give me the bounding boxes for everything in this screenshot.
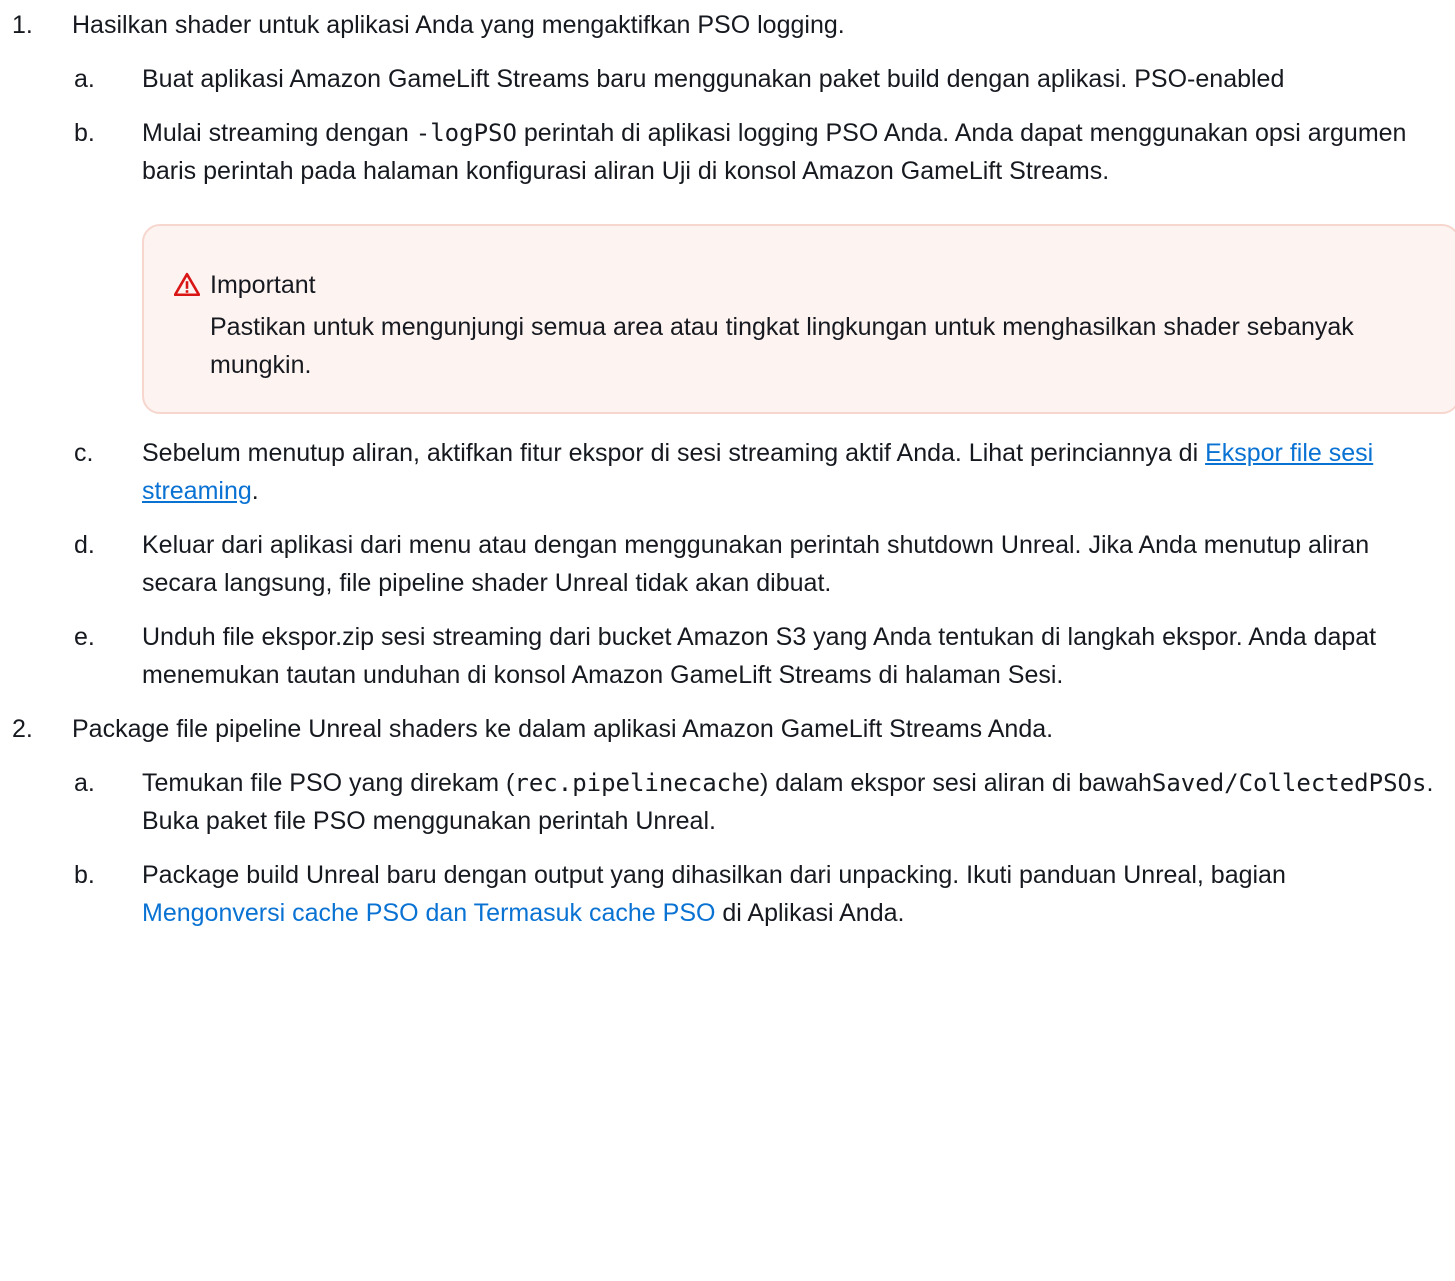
inline-code: rec.pipelinecache xyxy=(514,769,761,797)
alert-body: Pastikan untuk mengunjungi semua area at… xyxy=(210,313,1354,379)
substep-text: Keluar dari aplikasi dari menu atau deng… xyxy=(142,531,1370,597)
substep-letter: d. xyxy=(74,531,95,559)
substep-text: Mulai streaming dengan xyxy=(142,119,416,147)
substep-letter: b. xyxy=(74,861,95,889)
warning-icon xyxy=(174,272,200,297)
substep-letter: c. xyxy=(74,439,94,467)
step-1: 1. Hasilkan shader untuk aplikasi Anda y… xyxy=(12,6,1435,190)
inline-code: -logPSO xyxy=(415,119,517,147)
substep-1c: c. Sebelum menutup aliran, aktifkan fitu… xyxy=(74,434,1435,510)
alert-header: Important xyxy=(174,266,1428,304)
substep-letter: a. xyxy=(74,769,95,797)
substep-1b: b. Mulai streaming dengan -logPSO perint… xyxy=(74,114,1435,190)
substep-text-end: . xyxy=(251,477,259,505)
inline-code: Saved/CollectedPSOs xyxy=(1151,769,1427,797)
step-text: Hasilkan shader untuk aplikasi Anda yang… xyxy=(72,11,845,39)
substep-1e: e. Unduh file ekspor.zip sesi streaming … xyxy=(74,618,1435,694)
substep-list: c. Sebelum menutup aliran, aktifkan fitu… xyxy=(72,434,1435,694)
step-number: 2. xyxy=(12,715,33,743)
substep-letter: b. xyxy=(74,119,95,147)
substep-text: Package build Unreal baru dengan output … xyxy=(142,861,1286,889)
alert-title: Important xyxy=(210,271,316,299)
substep-2b: b. Package build Unreal baru dengan outp… xyxy=(74,856,1435,932)
step-2: 2. Package file pipeline Unreal shaders … xyxy=(12,710,1435,932)
substep-text-end: di Aplikasi Anda. xyxy=(715,899,905,927)
substep-text-mid: ) dalam ekspor sesi aliran di bawah xyxy=(760,769,1152,797)
substep-letter: e. xyxy=(74,623,95,651)
substep-list: a. Temukan file PSO yang direkam (rec.pi… xyxy=(72,764,1435,932)
step-number: 1. xyxy=(12,11,33,39)
step-text: Package file pipeline Unreal shaders ke … xyxy=(72,715,1054,743)
substep-letter: a. xyxy=(74,65,95,93)
important-alert: Important Pastikan untuk mengunjungi sem… xyxy=(142,224,1455,414)
substep-list: a. Buat aplikasi Amazon GameLift Streams… xyxy=(72,60,1435,190)
substep-1d: d. Keluar dari aplikasi dari menu atau d… xyxy=(74,526,1435,602)
substep-2a: a. Temukan file PSO yang direkam (rec.pi… xyxy=(74,764,1435,840)
substep-text: Temukan file PSO yang direkam ( xyxy=(142,769,515,797)
document: 1. Hasilkan shader untuk aplikasi Anda y… xyxy=(0,0,1455,932)
substep-text: Unduh file ekspor.zip sesi streaming dar… xyxy=(142,623,1377,689)
substep-text: Sebelum menutup aliran, aktifkan fitur e… xyxy=(142,439,1206,467)
substep-text: Buat aplikasi Amazon GameLift Streams ba… xyxy=(142,65,1285,93)
pso-cache-guide-link[interactable]: Mengonversi cache PSO dan Termasuk cache… xyxy=(142,899,715,927)
substep-1a: a. Buat aplikasi Amazon GameLift Streams… xyxy=(74,60,1435,98)
step-1-continued: c. Sebelum menutup aliran, aktifkan fitu… xyxy=(72,434,1435,694)
